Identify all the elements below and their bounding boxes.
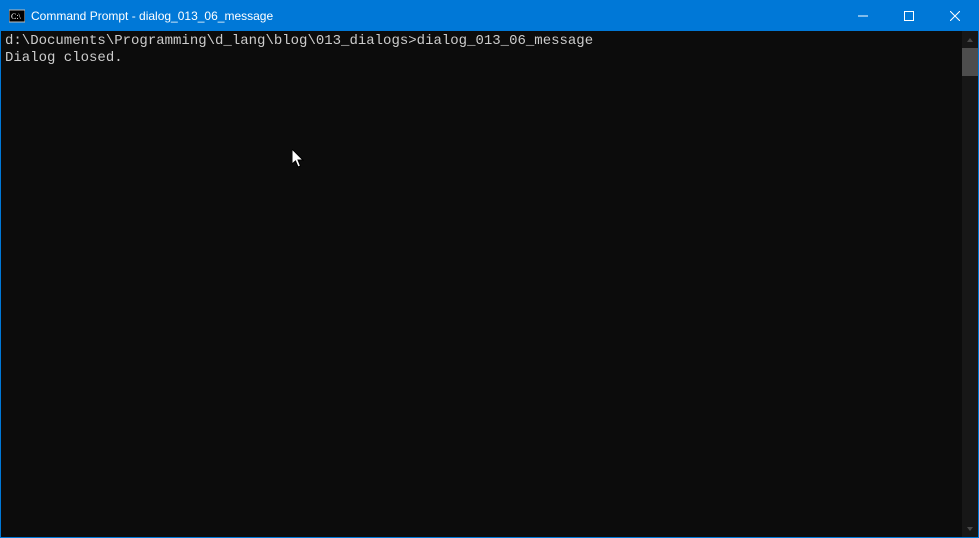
command-text: dialog_013_06_message	[417, 33, 593, 49]
titlebar[interactable]: C:\ Command Prompt - dialog_013_06_messa…	[1, 1, 978, 31]
scroll-up-button[interactable]	[962, 31, 978, 48]
output-line: Dialog closed.	[5, 50, 962, 67]
prompt-path: d:\Documents\Programming\d_lang\blog\013…	[5, 33, 417, 49]
window-title: Command Prompt - dialog_013_06_message	[31, 9, 840, 23]
window-controls	[840, 1, 978, 31]
scroll-down-button[interactable]	[962, 520, 978, 537]
vertical-scrollbar[interactable]	[962, 31, 978, 537]
terminal-output[interactable]: d:\Documents\Programming\d_lang\blog\013…	[1, 31, 962, 537]
cmd-icon: C:\	[9, 8, 25, 24]
maximize-button[interactable]	[886, 1, 932, 31]
svg-text:C:\: C:\	[11, 12, 22, 21]
client-area: d:\Documents\Programming\d_lang\blog\013…	[1, 31, 978, 537]
command-prompt-window: C:\ Command Prompt - dialog_013_06_messa…	[0, 0, 979, 538]
minimize-button[interactable]	[840, 1, 886, 31]
close-button[interactable]	[932, 1, 978, 31]
scroll-thumb[interactable]	[962, 48, 978, 76]
